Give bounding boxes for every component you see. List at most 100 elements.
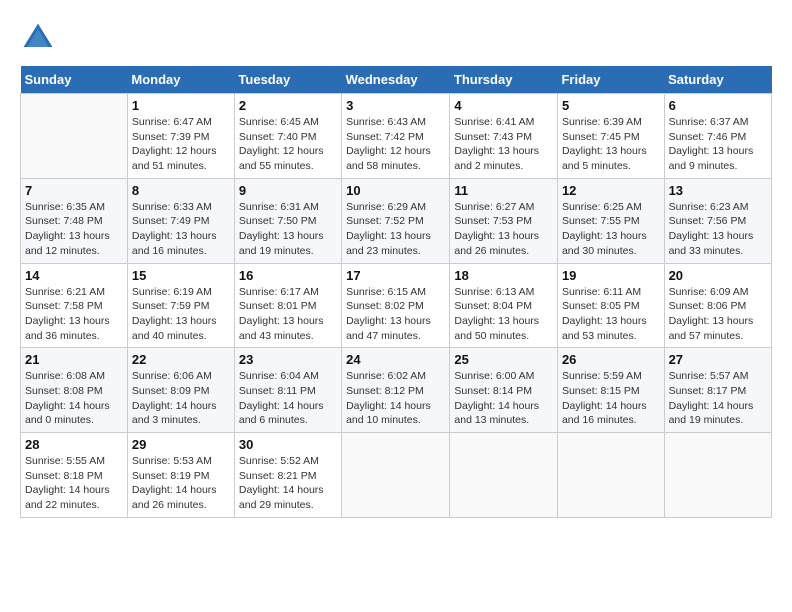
calendar-cell: 6Sunrise: 6:37 AMSunset: 7:46 PMDaylight… <box>664 94 771 179</box>
calendar-cell: 23 Sunrise: 6:04 AMSunset: 8:11 PMDayligh… <box>234 348 341 433</box>
day-number: 16 <box>239 268 337 283</box>
calendar-cell: 2Sunrise: 6:45 AMSunset: 7:40 PMDaylight… <box>234 94 341 179</box>
day-number: 2 <box>239 98 337 113</box>
calendar-cell: 5 Sunrise: 6:39 AMSunset: 7:45 PMDaylight… <box>557 94 664 179</box>
calendar-cell: 24Sunrise: 6:02 AMSunset: 8:12 PMDayligh… <box>342 348 450 433</box>
day-number: 27 <box>669 352 767 367</box>
calendar-cell <box>450 433 558 518</box>
day-number: 26 <box>562 352 660 367</box>
calendar-cell: 18 Sunrise: 6:13 AMSunset: 8:04 PMDayligh… <box>450 263 558 348</box>
calendar-cell: 27 Sunrise: 5:57 AMSunset: 8:17 PMDayligh… <box>664 348 771 433</box>
day-info: Sunrise: 6:23 AMSunset: 7:56 PMDaylight:… <box>669 200 767 259</box>
header-cell-friday: Friday <box>557 66 664 94</box>
week-row-5: 28 Sunrise: 5:55 AMSunset: 8:18 PMDayligh… <box>21 433 772 518</box>
day-number: 3 <box>346 98 445 113</box>
day-info: Sunrise: 6:04 AMSunset: 8:11 PMDaylight:… <box>239 369 337 428</box>
day-info: Sunrise: 6:21 AMSunset: 7:58 PMDaylight:… <box>25 285 123 344</box>
day-number: 1 <box>132 98 230 113</box>
week-row-2: 7 Sunrise: 6:35 AMSunset: 7:48 PMDaylight… <box>21 178 772 263</box>
day-number: 29 <box>132 437 230 452</box>
calendar-cell: 20 Sunrise: 6:09 AMSunset: 8:06 PMDayligh… <box>664 263 771 348</box>
day-info: Sunrise: 5:53 AMSunset: 8:19 PMDaylight:… <box>132 454 230 513</box>
day-info: Sunrise: 6:08 AMSunset: 8:08 PMDaylight:… <box>25 369 123 428</box>
day-info: Sunrise: 5:55 AMSunset: 8:18 PMDaylight:… <box>25 454 123 513</box>
page-header <box>20 20 772 56</box>
day-number: 20 <box>669 268 767 283</box>
calendar-cell: 9 Sunrise: 6:31 AMSunset: 7:50 PMDaylight… <box>234 178 341 263</box>
day-number: 10 <box>346 183 445 198</box>
day-number: 11 <box>454 183 553 198</box>
day-info: Sunrise: 5:57 AMSunset: 8:17 PMDaylight:… <box>669 369 767 428</box>
calendar-cell: 26Sunrise: 5:59 AMSunset: 8:15 PMDayligh… <box>557 348 664 433</box>
calendar-cell <box>342 433 450 518</box>
calendar-cell: 29 Sunrise: 5:53 AMSunset: 8:19 PMDayligh… <box>127 433 234 518</box>
day-info: Sunrise: 6:39 AMSunset: 7:45 PMDaylight:… <box>562 115 660 174</box>
logo <box>20 20 60 56</box>
day-info: Sunrise: 6:00 AMSunset: 8:14 PMDaylight:… <box>454 369 553 428</box>
day-info: Sunrise: 6:47 AMSunset: 7:39 PMDaylight:… <box>132 115 230 174</box>
header-cell-monday: Monday <box>127 66 234 94</box>
calendar-cell: 17 Sunrise: 6:15 AMSunset: 8:02 PMDayligh… <box>342 263 450 348</box>
calendar-cell: 30 Sunrise: 5:52 AMSunset: 8:21 PMDayligh… <box>234 433 341 518</box>
calendar-header: SundayMondayTuesdayWednesdayThursdayFrid… <box>21 66 772 94</box>
calendar-cell: 8 Sunrise: 6:33 AMSunset: 7:49 PMDaylight… <box>127 178 234 263</box>
day-info: Sunrise: 6:25 AMSunset: 7:55 PMDaylight:… <box>562 200 660 259</box>
calendar-cell: 25 Sunrise: 6:00 AMSunset: 8:14 PMDayligh… <box>450 348 558 433</box>
calendar-cell: 12Sunrise: 6:25 AMSunset: 7:55 PMDayligh… <box>557 178 664 263</box>
week-row-4: 21 Sunrise: 6:08 AMSunset: 8:08 PMDayligh… <box>21 348 772 433</box>
day-info: Sunrise: 6:43 AMSunset: 7:42 PMDaylight:… <box>346 115 445 174</box>
calendar-body: 1 Sunrise: 6:47 AMSunset: 7:39 PMDaylight… <box>21 94 772 518</box>
calendar-cell: 22 Sunrise: 6:06 AMSunset: 8:09 PMDayligh… <box>127 348 234 433</box>
week-row-1: 1 Sunrise: 6:47 AMSunset: 7:39 PMDaylight… <box>21 94 772 179</box>
day-number: 18 <box>454 268 553 283</box>
header-cell-saturday: Saturday <box>664 66 771 94</box>
day-number: 5 <box>562 98 660 113</box>
day-info: Sunrise: 6:29 AMSunset: 7:52 PMDaylight:… <box>346 200 445 259</box>
day-number: 28 <box>25 437 123 452</box>
calendar-cell: 28 Sunrise: 5:55 AMSunset: 8:18 PMDayligh… <box>21 433 128 518</box>
calendar-table: SundayMondayTuesdayWednesdayThursdayFrid… <box>20 66 772 518</box>
day-info: Sunrise: 6:15 AMSunset: 8:02 PMDaylight:… <box>346 285 445 344</box>
day-info: Sunrise: 6:02 AMSunset: 8:12 PMDaylight:… <box>346 369 445 428</box>
calendar-cell: 10 Sunrise: 6:29 AMSunset: 7:52 PMDayligh… <box>342 178 450 263</box>
day-number: 9 <box>239 183 337 198</box>
day-info: Sunrise: 6:33 AMSunset: 7:49 PMDaylight:… <box>132 200 230 259</box>
day-number: 22 <box>132 352 230 367</box>
day-number: 25 <box>454 352 553 367</box>
calendar-cell <box>664 433 771 518</box>
day-number: 17 <box>346 268 445 283</box>
day-info: Sunrise: 6:17 AMSunset: 8:01 PMDaylight:… <box>239 285 337 344</box>
calendar-cell: 19 Sunrise: 6:11 AMSunset: 8:05 PMDayligh… <box>557 263 664 348</box>
calendar-cell: 4 Sunrise: 6:41 AMSunset: 7:43 PMDaylight… <box>450 94 558 179</box>
day-number: 14 <box>25 268 123 283</box>
calendar-cell: 11Sunrise: 6:27 AMSunset: 7:53 PMDayligh… <box>450 178 558 263</box>
calendar-cell <box>557 433 664 518</box>
day-info: Sunrise: 6:09 AMSunset: 8:06 PMDaylight:… <box>669 285 767 344</box>
header-cell-wednesday: Wednesday <box>342 66 450 94</box>
day-info: Sunrise: 6:35 AMSunset: 7:48 PMDaylight:… <box>25 200 123 259</box>
calendar-cell: 21 Sunrise: 6:08 AMSunset: 8:08 PMDayligh… <box>21 348 128 433</box>
calendar-cell: 3 Sunrise: 6:43 AMSunset: 7:42 PMDaylight… <box>342 94 450 179</box>
calendar-cell: 16 Sunrise: 6:17 AMSunset: 8:01 PMDayligh… <box>234 263 341 348</box>
header-row: SundayMondayTuesdayWednesdayThursdayFrid… <box>21 66 772 94</box>
day-info: Sunrise: 6:41 AMSunset: 7:43 PMDaylight:… <box>454 115 553 174</box>
day-number: 8 <box>132 183 230 198</box>
day-number: 4 <box>454 98 553 113</box>
day-info: Sunrise: 6:31 AMSunset: 7:50 PMDaylight:… <box>239 200 337 259</box>
day-info: Sunrise: 5:52 AMSunset: 8:21 PMDaylight:… <box>239 454 337 513</box>
day-number: 19 <box>562 268 660 283</box>
header-cell-sunday: Sunday <box>21 66 128 94</box>
logo-icon <box>20 20 56 56</box>
calendar-cell: 15 Sunrise: 6:19 AMSunset: 7:59 PMDayligh… <box>127 263 234 348</box>
calendar-cell: 1 Sunrise: 6:47 AMSunset: 7:39 PMDaylight… <box>127 94 234 179</box>
day-number: 23 <box>239 352 337 367</box>
day-info: Sunrise: 6:13 AMSunset: 8:04 PMDaylight:… <box>454 285 553 344</box>
day-number: 15 <box>132 268 230 283</box>
day-number: 30 <box>239 437 337 452</box>
day-number: 21 <box>25 352 123 367</box>
day-info: Sunrise: 6:11 AMSunset: 8:05 PMDaylight:… <box>562 285 660 344</box>
day-number: 6 <box>669 98 767 113</box>
day-info: Sunrise: 6:06 AMSunset: 8:09 PMDaylight:… <box>132 369 230 428</box>
day-info: Sunrise: 6:19 AMSunset: 7:59 PMDaylight:… <box>132 285 230 344</box>
day-number: 7 <box>25 183 123 198</box>
